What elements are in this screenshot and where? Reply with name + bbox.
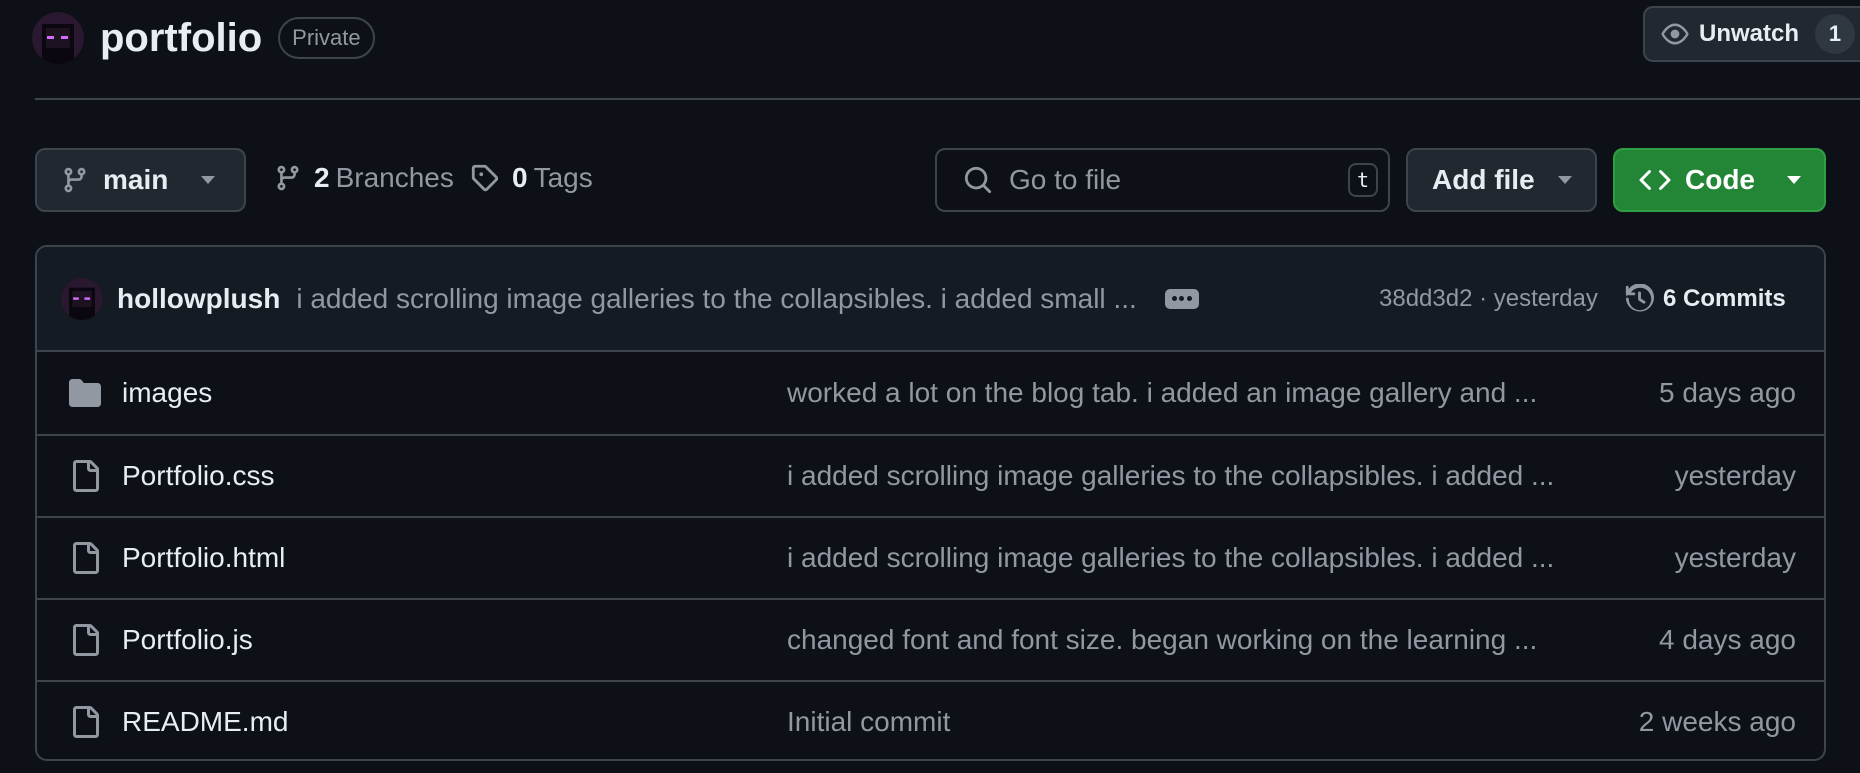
branches-label: Branches	[335, 162, 454, 193]
author-avatar[interactable]	[61, 277, 103, 320]
chevron-down-icon	[200, 175, 216, 185]
file-updated-time: 5 days ago	[1659, 377, 1796, 408]
dot-icon	[1171, 296, 1177, 301]
git-branch-icon	[61, 166, 89, 194]
code-icon	[1639, 164, 1671, 196]
file-updated-time: yesterday	[1674, 542, 1796, 573]
commit-author[interactable]: hollowplush	[117, 283, 280, 315]
code-button[interactable]: Code	[1613, 148, 1826, 212]
unwatch-button[interactable]: Unwatch 1	[1643, 6, 1860, 62]
latest-commit-bar: hollowplush i added scrolling image gall…	[37, 247, 1824, 352]
branches-link[interactable]: 2 Branches	[274, 162, 454, 194]
add-file-button[interactable]: Add file	[1406, 148, 1597, 212]
commit-sha-time[interactable]: 38dd3d2 · yesterday	[1379, 285, 1598, 313]
file-name[interactable]: images	[122, 377, 212, 409]
file-icon	[69, 542, 101, 574]
chevron-down-icon	[1786, 175, 1802, 185]
search-input[interactable]	[1009, 164, 1329, 196]
tags-link[interactable]: 0 Tags	[470, 162, 593, 194]
file-icon	[69, 460, 101, 492]
expand-commit-button[interactable]	[1164, 288, 1199, 309]
file-row[interactable]: Portfolio.html i added scrolling image g…	[37, 516, 1824, 598]
history-icon	[1625, 283, 1654, 311]
file-row[interactable]: Portfolio.js changed font and font size.…	[37, 598, 1824, 680]
unwatch-label: Unwatch	[1699, 20, 1800, 47]
file-name[interactable]: README.md	[122, 706, 288, 738]
file-row[interactable]: README.md Initial commit 2 weeks ago	[37, 680, 1824, 759]
tags-label: Tags	[533, 162, 593, 193]
code-label: Code	[1685, 164, 1755, 195]
file-row[interactable]: Portfolio.css i added scrolling image ga…	[37, 434, 1824, 516]
eye-icon	[1661, 20, 1689, 48]
file-icon	[69, 706, 101, 738]
file-list: images worked a lot on the blog tab. i a…	[37, 352, 1824, 759]
dot-icon	[1179, 296, 1185, 301]
search-icon	[963, 165, 993, 195]
file-commit-message[interactable]: worked a lot on the blog tab. i added an…	[787, 377, 1537, 409]
tags-count: 0	[512, 162, 528, 193]
folder-icon	[69, 377, 101, 409]
file-name[interactable]: Portfolio.js	[122, 624, 253, 656]
file-updated-time: 2 weeks ago	[1638, 706, 1796, 737]
repo-name[interactable]: portfolio	[100, 16, 262, 61]
branch-select-button[interactable]: main	[35, 148, 246, 212]
file-name[interactable]: Portfolio.css	[122, 460, 275, 492]
file-icon	[69, 624, 101, 656]
branch-name: main	[103, 164, 169, 195]
header-divider	[35, 98, 1860, 100]
chevron-down-icon	[1557, 175, 1573, 185]
go-to-file-search[interactable]: t	[935, 148, 1390, 212]
git-branch-icon	[274, 164, 302, 192]
tag-icon	[470, 163, 500, 193]
branches-count: 2	[314, 162, 330, 193]
file-row[interactable]: images worked a lot on the blog tab. i a…	[37, 352, 1824, 434]
file-commit-message[interactable]: Initial commit	[787, 706, 950, 738]
commits-history-link[interactable]: 6 Commits	[1625, 283, 1786, 314]
file-commit-message[interactable]: i added scrolling image galleries to the…	[787, 460, 1554, 492]
file-name[interactable]: Portfolio.html	[122, 542, 285, 574]
file-table: hollowplush i added scrolling image gall…	[35, 245, 1826, 761]
add-file-label: Add file	[1432, 164, 1535, 195]
owner-avatar[interactable]	[32, 12, 84, 64]
watch-count-badge: 1	[1815, 14, 1856, 54]
file-commit-message[interactable]: changed font and font size. began workin…	[787, 624, 1537, 656]
visibility-badge: Private	[278, 17, 375, 59]
file-commit-message[interactable]: i added scrolling image galleries to the…	[787, 542, 1554, 574]
dot-icon	[1187, 296, 1193, 301]
commit-message[interactable]: i added scrolling image galleries to the…	[296, 283, 1136, 315]
file-updated-time: yesterday	[1674, 460, 1796, 491]
keyboard-shortcut-hint: t	[1348, 163, 1378, 197]
file-updated-time: 4 days ago	[1659, 624, 1796, 655]
commits-count: 6 Commits	[1663, 284, 1786, 312]
repo-header: portfolio Private	[32, 10, 375, 66]
